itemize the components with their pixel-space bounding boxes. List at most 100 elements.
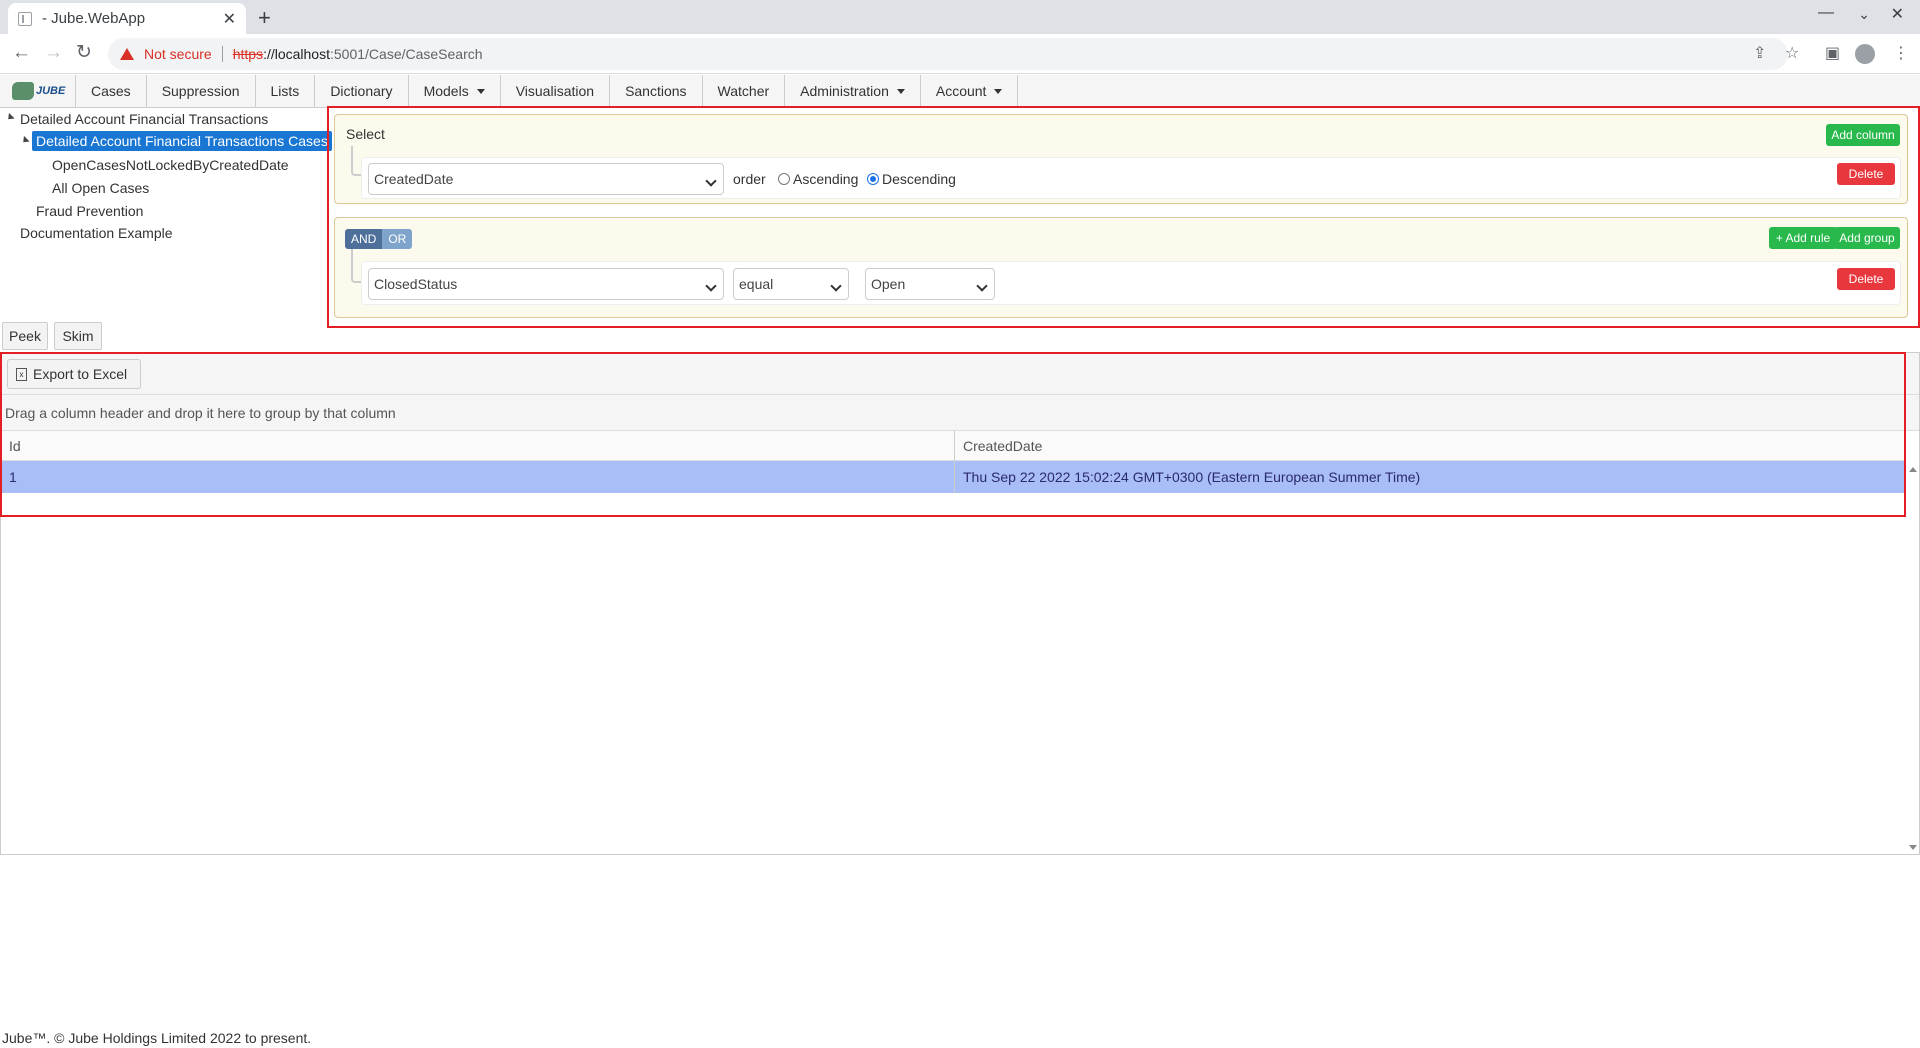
app-menu-bar: JUBE Cases Suppression Lists Dictionary …	[0, 75, 1920, 108]
tab-search-chevron-icon[interactable]: ⌄	[1858, 6, 1870, 23]
url-scheme: https	[232, 46, 264, 62]
menu-watcher[interactable]: Watcher	[703, 75, 786, 107]
menu-models[interactable]: Models	[409, 75, 501, 107]
menu-cases[interactable]: Cases	[76, 75, 147, 107]
reload-icon[interactable]: ↻	[76, 43, 92, 63]
menu-label: Lists	[270, 83, 300, 99]
filter-field-dropdown[interactable]: ClosedStatus	[368, 268, 724, 300]
url-host: ://localhost	[263, 46, 330, 62]
cell-id: 1	[9, 469, 17, 485]
side-panel-icon[interactable]: ▣	[1825, 43, 1840, 63]
menu-account[interactable]: Account	[921, 75, 1019, 107]
add-group-button[interactable]: Add group	[1834, 227, 1900, 249]
jube-logo[interactable]: JUBE	[0, 75, 76, 107]
column-header-id[interactable]: Id	[1, 431, 954, 461]
excel-file-icon: x	[16, 367, 27, 381]
order-label: order	[733, 171, 766, 187]
window-close-icon[interactable]: ✕	[1891, 4, 1904, 24]
tree-node-other[interactable]: Fraud Prevention	[36, 203, 143, 219]
warning-icon	[120, 48, 134, 60]
tree-expand-icon[interactable]	[5, 112, 15, 123]
or-button[interactable]: OR	[382, 229, 413, 249]
ascending-option[interactable]: Ascending	[778, 171, 858, 187]
share-icon[interactable]: ⇪	[1753, 43, 1766, 63]
tree-node-other[interactable]: Documentation Example	[20, 225, 173, 241]
menu-label: Visualisation	[515, 83, 595, 99]
tree-connector	[351, 249, 361, 283]
security-status[interactable]: Not secure	[144, 46, 212, 62]
descending-option[interactable]: Descending	[867, 171, 956, 187]
menu-suppression[interactable]: Suppression	[147, 75, 256, 107]
filter-group: AND OR + Add rule Add group ClosedStatus…	[334, 217, 1908, 318]
filter-value-dropdown[interactable]: Open	[865, 268, 995, 300]
select-group: Select Add column CreatedDate order Asce…	[334, 114, 1908, 204]
menu-label: Models	[423, 83, 469, 99]
delete-select-button[interactable]: Delete	[1837, 163, 1895, 185]
menu-label: Dictionary	[330, 83, 393, 99]
table-row[interactable]: 1 Thu Sep 22 2022 15:02:24 GMT+0300 (Eas…	[1, 461, 1905, 493]
caret-down-icon	[994, 88, 1003, 94]
export-label: Export to Excel	[33, 366, 128, 382]
browser-menu-icon[interactable]: ⋮	[1893, 43, 1909, 63]
menu-label: Watcher	[717, 83, 770, 99]
bookmark-star-icon[interactable]: ☆	[1785, 43, 1799, 63]
tab-close-icon[interactable]: ✕	[223, 9, 236, 29]
menu-administration[interactable]: Administration	[785, 75, 921, 107]
ascending-radio[interactable]	[778, 173, 790, 185]
add-rule-button[interactable]: + Add rule	[1769, 227, 1837, 249]
back-icon[interactable]: ←	[12, 43, 31, 63]
tree-node-child[interactable]: OpenCasesNotLockedByCreatedDate	[52, 157, 289, 173]
tree-node-child[interactable]: All Open Cases	[52, 180, 149, 196]
export-to-excel-button[interactable]: x Export to Excel	[7, 359, 141, 389]
descending-radio[interactable]	[867, 173, 879, 185]
forward-icon[interactable]: →	[44, 43, 63, 63]
peek-button[interactable]: Peek	[2, 322, 48, 350]
select-column-dropdown[interactable]: CreatedDate	[368, 163, 724, 195]
filter-operator-dropdown[interactable]: equal	[733, 268, 849, 300]
select-rule: CreatedDate order Ascending Descending D…	[361, 157, 1901, 199]
caret-down-icon	[896, 88, 905, 94]
menu-label: Cases	[91, 83, 131, 99]
minimize-icon[interactable]: —	[1818, 4, 1834, 22]
and-button[interactable]: AND	[345, 229, 383, 249]
footer-text: Jube™. © Jube Holdings Limited 2022 to p…	[2, 1030, 312, 1046]
filter-rule: ClosedStatus equal Open Delete	[361, 261, 1901, 305]
grid-toolbar: x Export to Excel	[1, 353, 1919, 395]
browser-tabbar: - Jube.WebApp ✕ + ⌄ — ✕	[0, 0, 1920, 34]
caret-down-icon	[476, 88, 485, 94]
menu-label: Sanctions	[625, 83, 687, 99]
tree-node-selected[interactable]: Detailed Account Financial Transactions …	[32, 131, 332, 151]
tree-expand-icon[interactable]	[20, 135, 30, 146]
case-workflow-tree: Detailed Account Financial Transactions …	[0, 108, 332, 318]
page-favicon-icon	[18, 11, 32, 26]
cell-createddate: Thu Sep 22 2022 15:02:24 GMT+0300 (Easte…	[963, 469, 1421, 485]
tab-title: - Jube.WebApp	[42, 10, 146, 27]
scroll-up-icon[interactable]	[1909, 467, 1917, 472]
descending-label: Descending	[882, 171, 956, 187]
ascending-label: Ascending	[793, 171, 859, 187]
menu-sanctions[interactable]: Sanctions	[610, 75, 703, 107]
address-bar[interactable]: Not secure https ://localhost :5001/Case…	[108, 38, 1788, 70]
results-grid: x Export to Excel Drag a column header a…	[0, 352, 1920, 855]
menu-label: Suppression	[161, 83, 240, 99]
column-header-createddate[interactable]: CreatedDate	[955, 431, 1905, 461]
menu-dictionary[interactable]: Dictionary	[315, 75, 409, 107]
browser-toolbar: ← → ↻ Not secure https ://localhost :500…	[0, 34, 1920, 74]
skim-button[interactable]: Skim	[54, 322, 102, 350]
scroll-down-icon[interactable]	[1909, 845, 1917, 850]
tree-node-root[interactable]: Detailed Account Financial Transactions	[20, 111, 268, 127]
browser-tab[interactable]: - Jube.WebApp ✕	[8, 3, 246, 34]
menu-label: Administration	[800, 83, 889, 99]
menu-label: Account	[935, 83, 987, 99]
group-drop-area[interactable]: Drag a column header and drop it here to…	[1, 395, 1919, 431]
add-column-button[interactable]: Add column	[1826, 124, 1900, 146]
url-path: :5001/Case/CaseSearch	[330, 46, 483, 62]
new-tab-icon[interactable]: +	[258, 5, 271, 31]
select-title: Select	[346, 126, 385, 142]
logo-text: JUBE	[36, 85, 66, 97]
profile-avatar-icon[interactable]	[1855, 44, 1875, 64]
menu-lists[interactable]: Lists	[256, 75, 316, 107]
delete-rule-button[interactable]: Delete	[1837, 268, 1895, 290]
menu-visualisation[interactable]: Visualisation	[501, 75, 611, 107]
logo-mark-icon	[12, 82, 34, 100]
